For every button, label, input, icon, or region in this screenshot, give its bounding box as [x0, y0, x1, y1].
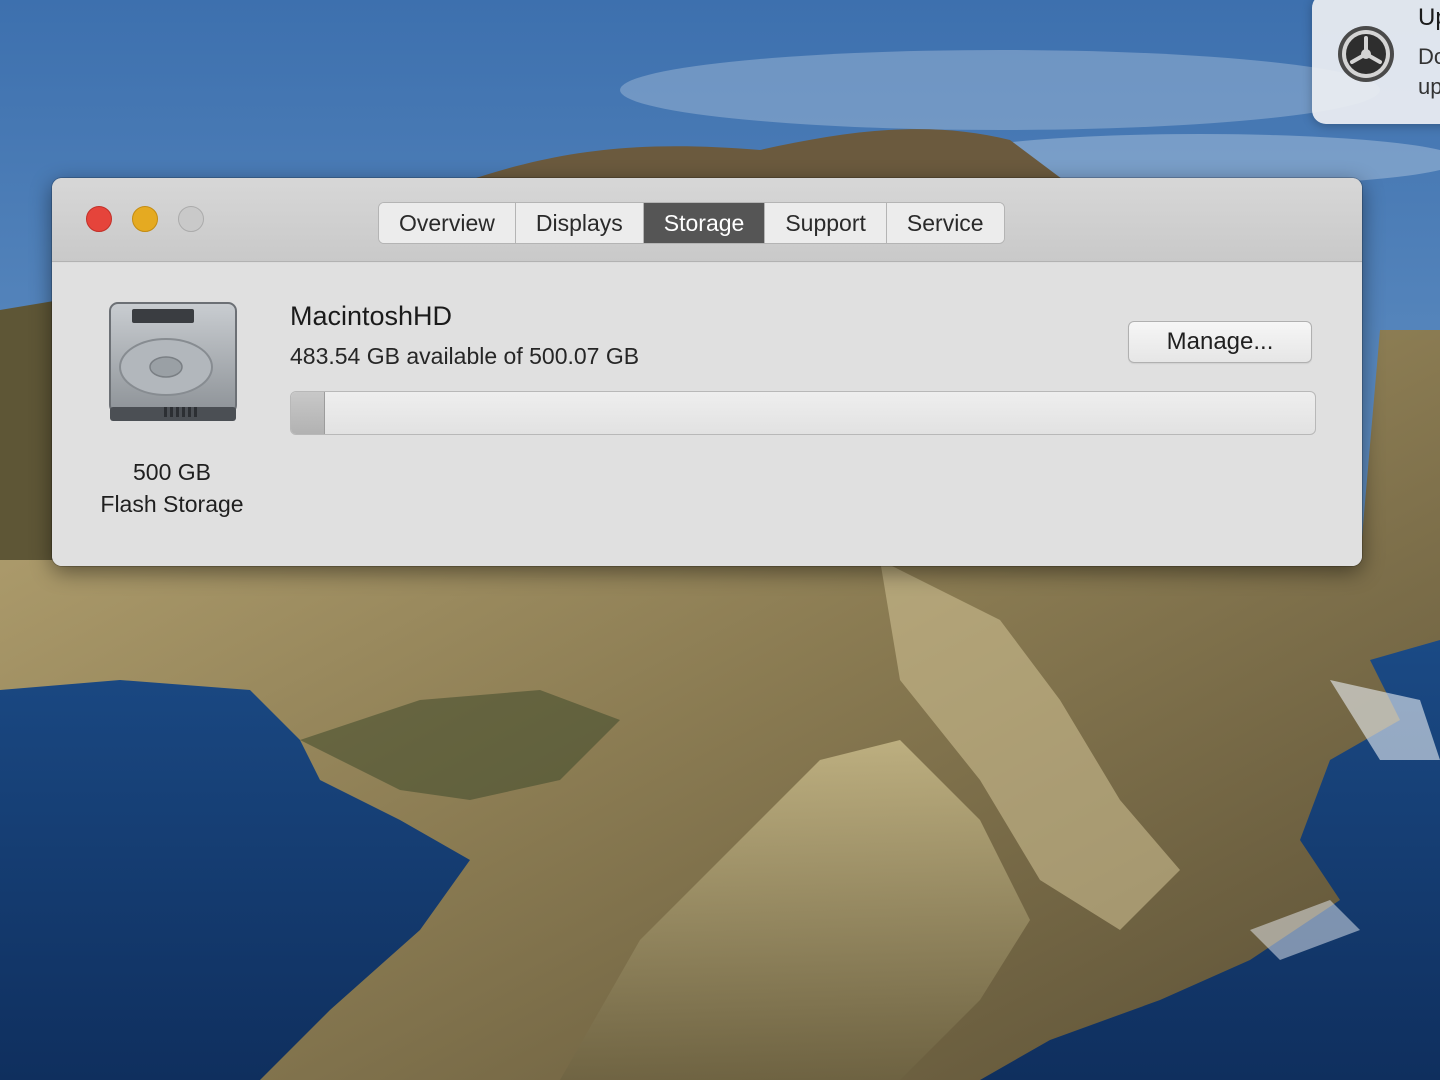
gear-icon: [1336, 24, 1396, 84]
tab-displays[interactable]: Displays: [515, 203, 644, 243]
notification-title: Up: [1418, 4, 1440, 31]
zoom-button: [178, 206, 204, 232]
storage-usage-bar: [290, 391, 1316, 435]
manage-button[interactable]: Manage...: [1128, 321, 1312, 363]
minimize-button[interactable]: [132, 206, 158, 232]
about-this-mac-window: Overview Displays Storage Support Servic…: [52, 178, 1362, 566]
available-space-text: 483.54 GB available of 500.07 GB: [290, 343, 640, 369]
update-notification[interactable]: Up Do up: [1312, 0, 1440, 124]
tab-support[interactable]: Support: [765, 203, 887, 243]
tab-bar: Overview Displays Storage Support Servic…: [378, 202, 1005, 244]
volume-name: MacintoshHD: [290, 301, 453, 331]
notification-body-line: up: [1418, 74, 1440, 99]
title-bar[interactable]: Overview Displays Storage Support Servic…: [52, 178, 1362, 262]
tab-overview[interactable]: Overview: [379, 203, 516, 243]
tab-storage[interactable]: Storage: [643, 203, 766, 243]
close-button[interactable]: [86, 206, 112, 232]
notification-body: Do up: [1418, 42, 1440, 102]
tab-service[interactable]: Service: [886, 203, 1004, 243]
disk-size-label: 500 GB: [133, 459, 211, 485]
notification-body-line: Do: [1418, 44, 1440, 69]
storage-panel: 500 GB Flash Storage MacintoshHD 483.54 …: [52, 263, 1362, 566]
disk-type-label: Flash Storage: [100, 491, 244, 517]
storage-used-segment: [291, 392, 325, 434]
hard-drive-icon: [106, 299, 240, 425]
